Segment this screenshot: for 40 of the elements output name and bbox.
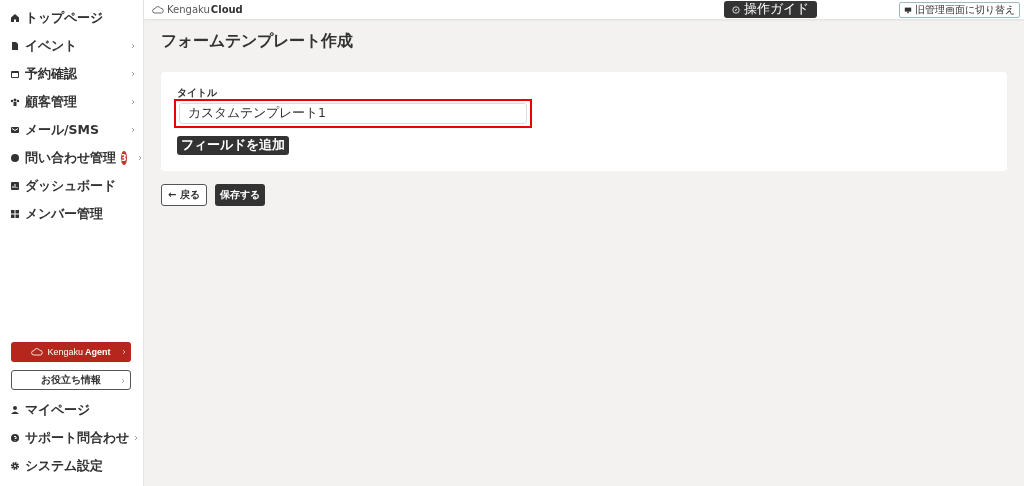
grid-icon	[10, 209, 20, 219]
agent-button[interactable]: Kengaku Agent	[11, 342, 131, 362]
people-icon	[10, 97, 20, 107]
save-button[interactable]: 保存する	[214, 184, 265, 206]
nav-item[interactable]: 顧客管理	[0, 88, 143, 116]
back-button[interactable]: ← 戻る	[161, 184, 207, 206]
switch-button[interactable]: 旧管理画面に切り替え	[899, 1, 1020, 18]
nav-item[interactable]: システム設定	[0, 452, 143, 480]
logo: KengakuCloud	[152, 4, 243, 15]
nav-item[interactable]: ダッシュボード	[0, 172, 143, 200]
nav-item[interactable]: 予約確認	[0, 60, 143, 88]
chat-icon	[10, 153, 20, 163]
add-field-button[interactable]: フィールドを追加	[177, 136, 289, 155]
page-title: フォームテンプレート作成	[161, 31, 354, 52]
nav-item[interactable]: トップページ	[0, 4, 143, 32]
nav-item[interactable]: 問い合わせ管理 3	[0, 144, 143, 172]
nav-item[interactable]: メール/SMS	[0, 116, 143, 144]
chart-icon	[10, 181, 20, 191]
info-button[interactable]: お役立ち情報	[11, 370, 131, 390]
compass-icon	[732, 5, 740, 14]
user-icon	[10, 405, 20, 415]
document-icon	[10, 41, 20, 51]
cloud-icon	[152, 5, 164, 14]
field-label: タイトル	[177, 86, 218, 100]
settings-icon	[10, 461, 20, 471]
home-icon	[10, 13, 20, 23]
cloud-icon	[31, 348, 44, 356]
calendar-icon	[10, 69, 20, 79]
nav-item[interactable]: サポート問合わせ	[0, 424, 143, 452]
nav-item[interactable]: マイページ	[0, 396, 143, 424]
count-badge: 3	[121, 151, 127, 165]
monitor-icon	[904, 5, 912, 14]
title-input[interactable]: カスタムテンプレート1	[179, 103, 527, 124]
guide-button[interactable]: 操作ガイド	[724, 1, 817, 18]
help-icon	[10, 433, 20, 443]
mail-icon	[10, 125, 20, 135]
chevron-icon	[121, 378, 125, 384]
nav-item[interactable]: イベント	[0, 32, 143, 60]
nav-item[interactable]: メンバー管理	[0, 200, 143, 228]
chevron-icon	[122, 349, 126, 355]
